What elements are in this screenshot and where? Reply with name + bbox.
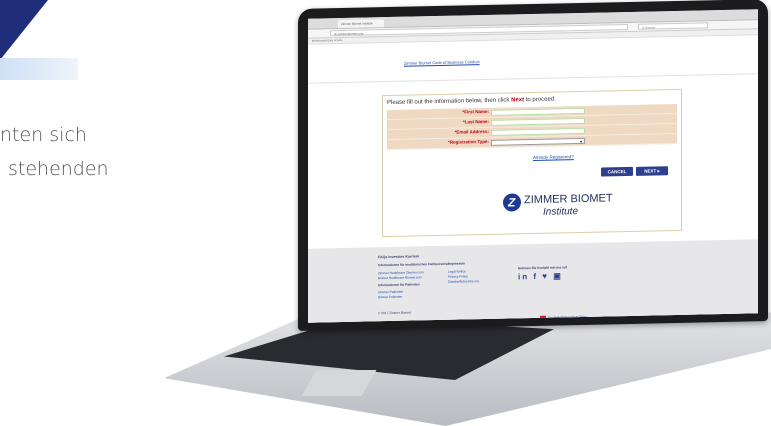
form-heading-pre: Please fill out the information below, t… — [387, 97, 512, 107]
decorative-triangle — [0, 0, 48, 60]
footer-col2-heading: Impressum — [448, 261, 466, 266]
copyright: © 2017 Zimmer Biomet — [378, 310, 411, 316]
email-input[interactable] — [491, 127, 585, 136]
divider — [308, 73, 758, 84]
footer-col1b-link[interactable]: Biomet Patienten — [378, 295, 402, 300]
registration-type-label: *Registration Type: — [448, 138, 489, 145]
last-name-label: *Last Name: — [462, 118, 489, 125]
first-name-label: *First Name: — [462, 108, 489, 115]
last-name-input[interactable] — [491, 117, 585, 126]
decorative-bar — [0, 58, 78, 80]
side-text-line1: nten sich — [0, 124, 87, 146]
logo-mark-letter: Z — [508, 195, 516, 210]
already-registered-link[interactable]: Already Registered? — [533, 154, 574, 160]
footer-col1b-heading: Informationen für Patienten — [378, 282, 420, 288]
form-heading-post: to proceed. — [524, 96, 556, 104]
logo-mark: Z — [503, 193, 521, 212]
registration-form: Please fill out the information below, t… — [382, 88, 682, 238]
cancel-button[interactable]: CANCEL — [601, 166, 633, 177]
footer-col2-link[interactable]: Legal Notice — [448, 269, 466, 273]
form-heading-next: Next — [511, 97, 525, 104]
zimmer-biomet-logo: Z ZIMMER BIOMET Institute — [503, 189, 623, 228]
footer-nav[interactable]: FAQs Investors Karriere — [378, 254, 419, 259]
footer-col3-heading: Nehmen Sie Kontakt mit uns auf — [518, 265, 567, 271]
first-name-input[interactable] — [491, 107, 585, 116]
display: Zimmer Biomet Institute zb.zimmerbiomet.… — [308, 9, 758, 323]
logo-subtitle: Institute — [543, 206, 579, 218]
web-page: Zimmer Biomet Code of Business Conduct P… — [308, 35, 758, 323]
footer-col2-link[interactable]: DataInstituteLinks.org — [448, 279, 479, 284]
browser-tab[interactable]: Zimmer Biomet Institute — [338, 19, 384, 29]
email-label: *Email Address: — [454, 128, 489, 135]
laptop-screen: Zimmer Biomet Institute zb.zimmerbiomet.… — [298, 0, 768, 331]
page-footer: FAQs Investors Karriere Informationen fü… — [308, 239, 758, 323]
form-heading: Please fill out the information below, t… — [387, 97, 556, 107]
next-button[interactable]: NEXT ▸ — [636, 166, 668, 176]
footer-col1b-link[interactable]: Zimmer Patienten — [378, 290, 403, 295]
logo-name: ZIMMER BIOMET — [524, 192, 613, 207]
footer-col2-link[interactable]: Privacy Policy — [448, 274, 468, 278]
registration-type-select[interactable]: ▾ — [491, 137, 585, 146]
footer-col1-link[interactable]: Biomet Healthcare Biomet.com — [378, 275, 422, 280]
browser-search-input[interactable]: Q Suchen — [638, 22, 708, 30]
side-text: nten sich stehenden — [0, 118, 109, 186]
side-text-line2: stehenden — [8, 158, 109, 180]
form-fields: *First Name: *Last Name: *Email Address:… — [387, 103, 677, 151]
social-icons[interactable]: in f ♥ ▣ — [518, 271, 563, 281]
footer-col1-heading: Informationen für medizinisches Fachpers… — [378, 261, 449, 268]
code-of-conduct-link[interactable]: Zimmer Biomet Code of Business Conduct — [404, 59, 480, 66]
